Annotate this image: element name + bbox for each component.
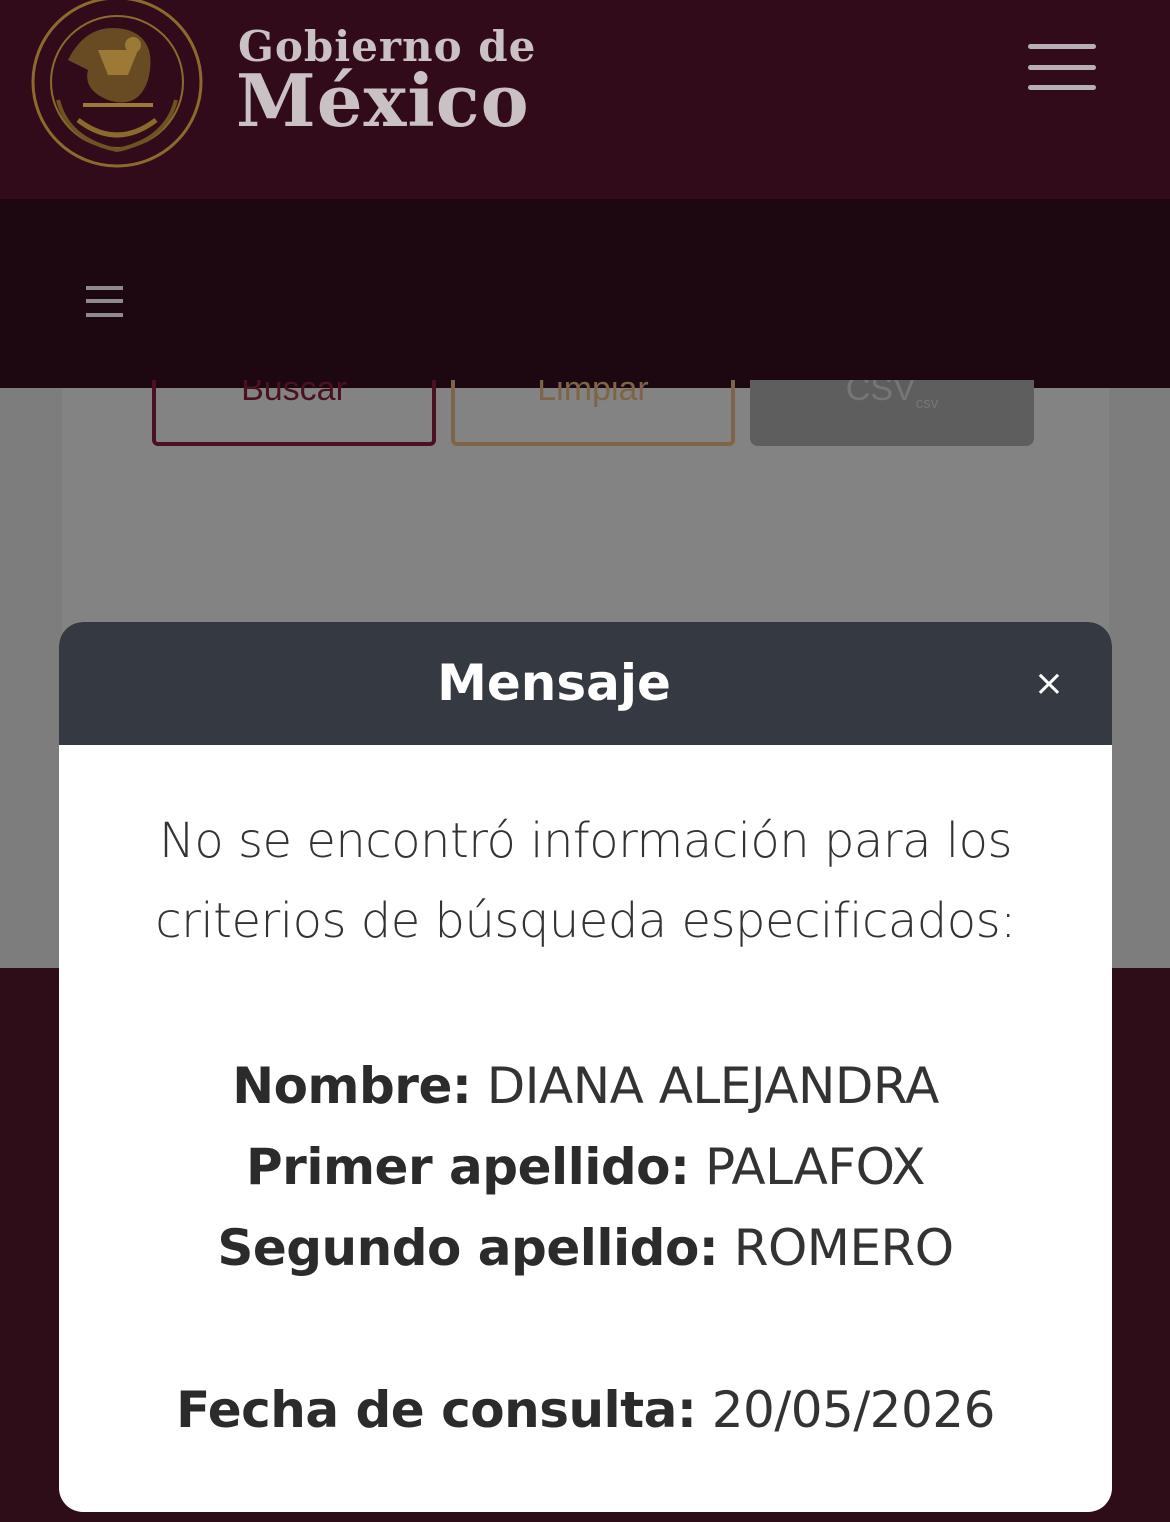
field-value: ROMERO <box>733 1219 954 1277</box>
field-label: Segundo apellido: <box>217 1219 719 1277</box>
field-primer-apellido: Primer apellido: PALAFOX <box>59 1138 1112 1196</box>
search-button-label: Buscar <box>241 380 347 408</box>
field-segundo-apellido: Segundo apellido: ROMERO <box>59 1219 1112 1277</box>
message-modal: Mensaje × No se encontró información par… <box>59 622 1112 1512</box>
field-value: PALAFOX <box>704 1138 926 1196</box>
field-label: Nombre: <box>232 1057 472 1115</box>
search-button[interactable]: Buscar <box>152 380 436 446</box>
field-fecha-consulta: Fecha de consulta: 20/05/2026 <box>59 1381 1112 1439</box>
no-results-message-line1: No se encontró información para los <box>159 813 1012 869</box>
clear-button[interactable]: Limpiar <box>451 380 735 446</box>
field-label: Primer apellido: <box>246 1138 690 1196</box>
csv-icon: csv <box>915 394 939 412</box>
field-value: 20/05/2026 <box>711 1381 996 1439</box>
brand-title-bottom: México <box>236 58 530 143</box>
no-results-message-line2: criterios de búsqueda especificados: <box>155 893 1016 949</box>
gov-header: Gobierno de México <box>0 0 1170 199</box>
secondary-menu-icon[interactable] <box>86 286 124 318</box>
secondary-nav <box>0 199 1170 388</box>
modal-title: Mensaje <box>437 654 671 712</box>
national-seal-logo[interactable] <box>28 0 206 168</box>
modal-header: Mensaje × <box>59 622 1112 745</box>
main-menu-icon[interactable] <box>1028 44 1096 92</box>
csv-button-label: CSV <box>845 380 916 408</box>
field-label: Fecha de consulta: <box>176 1381 697 1439</box>
clear-button-label: Limpiar <box>537 380 649 408</box>
field-value: DIANA ALEJANDRA <box>486 1057 940 1115</box>
csv-button[interactable]: CSVcsv <box>750 380 1034 446</box>
field-nombre: Nombre: DIANA ALEJANDRA <box>59 1057 1112 1115</box>
close-icon[interactable]: × <box>1027 662 1071 706</box>
